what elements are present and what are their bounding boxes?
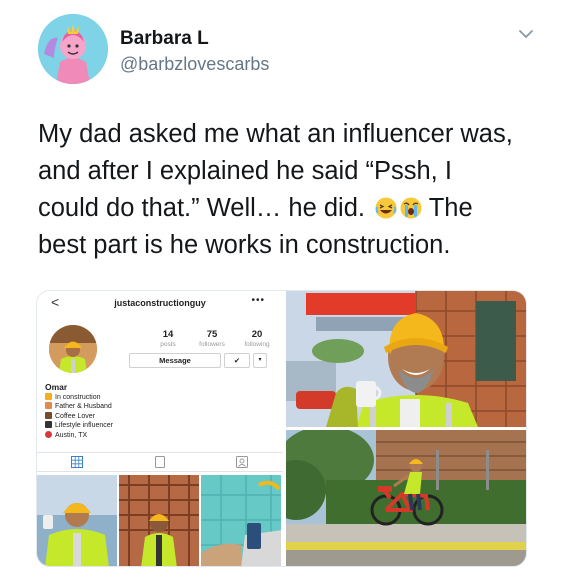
feed-view-icon xyxy=(155,456,165,468)
ig-message-button: Message xyxy=(129,353,221,368)
user-handle[interactable]: @barbzlovescarbs xyxy=(120,54,269,75)
ig-bio: In construction Father & Husband Coffee … xyxy=(45,393,113,440)
ig-bio-line: Lifestyle influencer xyxy=(45,421,113,430)
ig-post-thumbnail xyxy=(37,475,117,566)
ig-dropdown-button: ▾ xyxy=(253,353,267,368)
coffee-icon xyxy=(45,411,52,419)
ig-stat-following: 20 following xyxy=(244,329,270,348)
chevron-down-icon[interactable] xyxy=(518,28,534,40)
tweet-text: My dad asked me what an influencer was, … xyxy=(38,116,518,264)
family-icon xyxy=(45,402,52,410)
ig-stat-followers: 75 followers xyxy=(199,329,225,348)
tweet-header: Barbara L @barbzlovescarbs xyxy=(38,14,538,84)
ig-post-grid xyxy=(37,475,283,566)
ig-following-button: ✔ xyxy=(224,353,250,368)
ig-bio-line: Coffee Lover xyxy=(45,411,113,421)
display-name[interactable]: Barbara L xyxy=(120,28,209,50)
ig-tabs xyxy=(37,452,283,472)
ig-bio-line: Austin, TX xyxy=(45,430,113,440)
more-options-icon: ••• xyxy=(251,295,265,306)
pin-icon xyxy=(45,430,52,438)
ig-username: justaconstructionguy xyxy=(114,298,206,308)
ig-name: Omar xyxy=(45,382,68,392)
photo-worker-on-bike[interactable] xyxy=(286,430,526,566)
ig-bio-line: In construction xyxy=(45,393,113,402)
ig-post-thumbnail xyxy=(201,475,281,566)
phone-icon xyxy=(45,421,52,429)
ig-bio-line: Father & Husband xyxy=(45,402,113,411)
ig-stat-posts: 14 posts xyxy=(160,329,176,348)
tweet-media[interactable]: < justaconstructionguy ••• 14 posts 75 f… xyxy=(36,290,527,567)
photo-worker-with-coffee[interactable] xyxy=(286,291,526,427)
user-avatar[interactable] xyxy=(38,14,108,84)
laughing-emoji-icon xyxy=(375,197,397,219)
grid-view-icon xyxy=(71,456,83,468)
instagram-profile-screenshot[interactable]: < justaconstructionguy ••• 14 posts 75 f… xyxy=(37,291,283,566)
ig-avatar xyxy=(49,325,97,373)
tagged-icon xyxy=(236,456,248,468)
ig-post-thumbnail xyxy=(119,475,199,566)
hardhat-icon xyxy=(45,393,52,400)
crying-emoji-icon xyxy=(400,197,422,219)
